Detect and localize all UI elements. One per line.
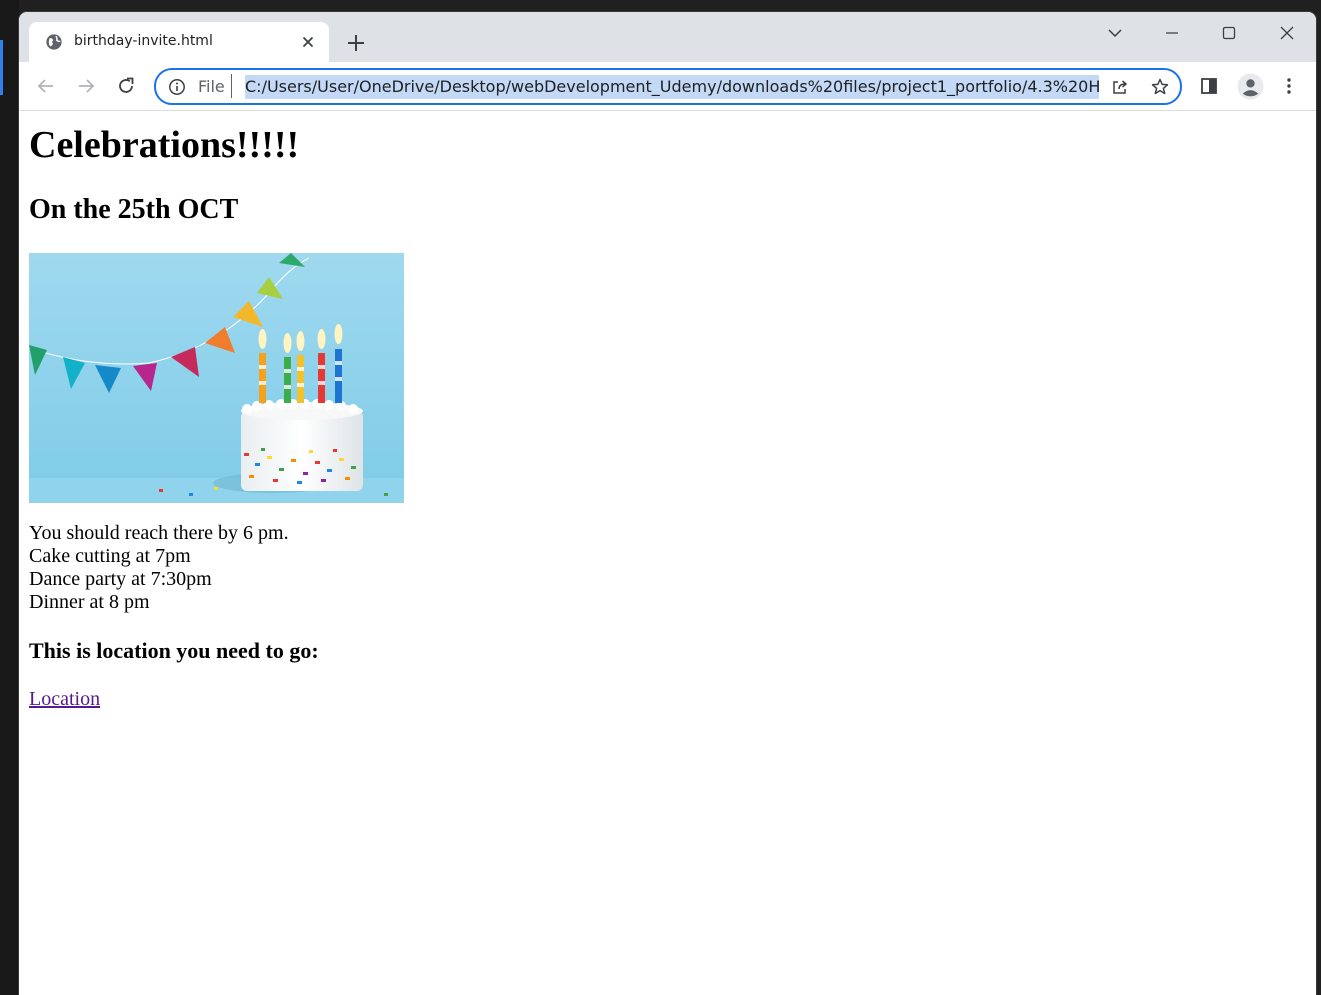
birthday-cake-image: [29, 253, 404, 503]
close-icon[interactable]: [300, 34, 316, 50]
maximize-icon[interactable]: [1218, 22, 1240, 44]
schedule-line: Cake cutting at 7pm: [29, 545, 191, 567]
active-tab[interactable]: birthday-invite.html: [29, 22, 329, 62]
page-subheading: On the 25th OCT: [29, 194, 239, 225]
url-scheme: File: [198, 77, 225, 96]
info-icon[interactable]: [168, 78, 186, 96]
page-heading: Celebrations!!!!!: [29, 124, 300, 166]
url-text[interactable]: C:/Users/User/OneDrive/Desktop/webDevelo…: [245, 75, 1099, 99]
new-tab-icon[interactable]: [345, 32, 367, 54]
globe-icon: [46, 34, 62, 50]
schedule-line: You should reach there by 6 pm.: [29, 522, 289, 544]
address-bar[interactable]: File C:/Users/User/OneDrive/Desktop/webD…: [154, 68, 1182, 105]
reload-icon[interactable]: [116, 76, 136, 96]
forward-icon[interactable]: [76, 76, 96, 96]
window-close-icon[interactable]: [1276, 22, 1298, 44]
back-icon[interactable]: [36, 76, 56, 96]
activity-indicator: [0, 40, 3, 95]
minimize-icon[interactable]: [1161, 22, 1183, 44]
tab-search-icon[interactable]: [1104, 22, 1126, 44]
side-panel-icon[interactable]: [1199, 76, 1219, 96]
profile-icon[interactable]: [1237, 73, 1264, 100]
browser-toolbar: File C:/Users/User/OneDrive/Desktop/webD…: [19, 62, 1316, 111]
page-content: Celebrations!!!!! On the 25th OCT You sh…: [19, 111, 1316, 995]
location-link[interactable]: Location: [29, 688, 100, 711]
tab-title: birthday-invite.html: [74, 33, 213, 49]
tab-strip: birthday-invite.html: [19, 12, 1316, 62]
browser-window: birthday-invite.html File C:/Users/User/…: [19, 12, 1316, 995]
schedule-line: Dinner at 8 pm: [29, 591, 150, 613]
location-heading: This is location you need to go:: [29, 638, 319, 663]
schedule-line: Dance party at 7:30pm: [29, 568, 212, 590]
scheme-separator: [231, 74, 232, 98]
share-icon[interactable]: [1110, 77, 1130, 97]
bookmark-star-icon[interactable]: [1150, 77, 1170, 97]
activity-bar: [0, 0, 19, 995]
menu-icon[interactable]: [1279, 76, 1299, 96]
